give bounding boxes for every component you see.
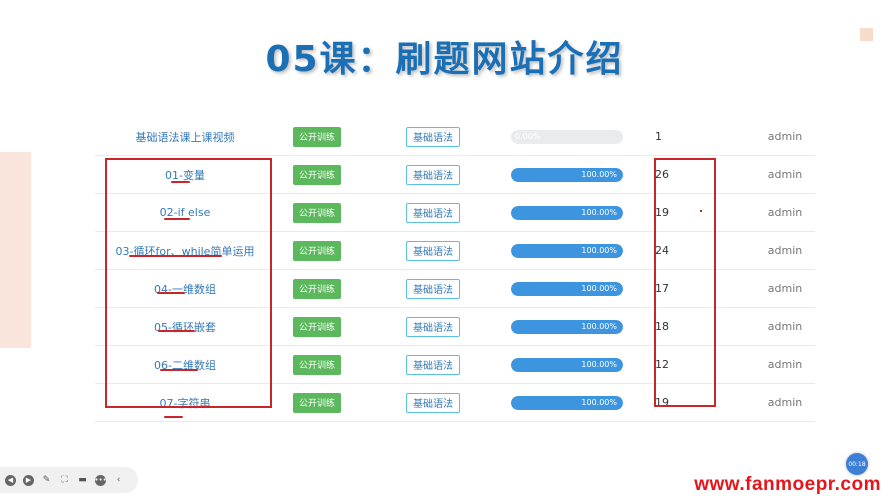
annotation-dot xyxy=(700,210,702,212)
public-training-button[interactable]: 公开训练 xyxy=(293,392,341,413)
author-name: admin xyxy=(767,206,803,219)
author-name: admin xyxy=(767,244,803,257)
public-training-button[interactable]: 公开训练 xyxy=(293,316,341,337)
progress-bar: 0.00% xyxy=(511,129,623,144)
public-training-button[interactable]: 公开训练 xyxy=(293,240,341,261)
progress-bar: 100.00% xyxy=(511,205,623,220)
public-training-button[interactable]: 公开训练 xyxy=(293,164,341,185)
annotation-underline xyxy=(129,255,222,257)
progress-text: 100.00% xyxy=(581,245,617,255)
category-tag[interactable]: 基础语法 xyxy=(406,126,460,147)
annotation-underline xyxy=(160,369,198,371)
recording-timer[interactable]: 00:18 xyxy=(846,453,868,475)
public-training-button[interactable]: 公开训练 xyxy=(293,202,341,223)
progress-text: 100.00% xyxy=(581,169,617,179)
progress-bar: 100.00% xyxy=(511,357,623,372)
progress-bar: 100.00% xyxy=(511,319,623,334)
more-icon[interactable]: ••• xyxy=(94,474,107,486)
public-training-button[interactable]: 公开训练 xyxy=(293,278,341,299)
progress-text: 100.00% xyxy=(581,321,617,331)
author-name: admin xyxy=(767,320,803,333)
progress-bar: 100.00% xyxy=(511,281,623,296)
author-name: admin xyxy=(767,168,803,181)
screenshot-icon[interactable]: ⛶ xyxy=(59,475,70,486)
annotation-underline xyxy=(164,218,190,220)
category-tag[interactable]: 基础语法 xyxy=(406,278,460,299)
author-name: admin xyxy=(767,282,803,295)
problem-count: 1 xyxy=(655,130,662,143)
category-tag[interactable]: 基础语法 xyxy=(406,240,460,261)
category-tag[interactable]: 基础语法 xyxy=(406,392,460,413)
slide-title: 05课：刷题网站介绍 xyxy=(265,39,624,80)
public-training-button[interactable]: 公开训练 xyxy=(293,354,341,375)
table-row: 基础语法课上课视频 公开训练 基础语法 0.00% 1 admin xyxy=(95,118,815,156)
annotation-underline xyxy=(171,181,190,183)
author-name: admin xyxy=(767,358,803,371)
progress-text: 100.00% xyxy=(581,207,617,217)
annotation-box-counts xyxy=(654,158,716,407)
play-icon[interactable]: ▶ xyxy=(23,474,34,486)
player-toolbar: ◀ ▶ ✎ ⛶ ▬ ••• ‹ xyxy=(0,467,138,493)
left-decoration xyxy=(0,152,31,348)
category-tag[interactable]: 基础语法 xyxy=(406,202,460,223)
progress-bar: 100.00% xyxy=(511,243,623,258)
annotation-underline xyxy=(157,292,185,294)
pen-icon[interactable]: ✎ xyxy=(41,475,52,486)
progress-bar: 100.00% xyxy=(511,167,623,182)
progress-bar: 100.00% xyxy=(511,395,623,410)
collapse-icon[interactable]: ‹ xyxy=(113,475,124,486)
annotation-underline xyxy=(158,330,195,332)
progress-text: 100.00% xyxy=(581,283,617,293)
progress-text: 100.00% xyxy=(581,359,617,369)
camera-icon[interactable]: ▬ xyxy=(77,475,88,486)
category-tag[interactable]: 基础语法 xyxy=(406,354,460,375)
public-training-button[interactable]: 公开训练 xyxy=(293,126,341,147)
category-tag[interactable]: 基础语法 xyxy=(406,164,460,185)
author-name: admin xyxy=(767,396,803,409)
category-tag[interactable]: 基础语法 xyxy=(406,316,460,337)
progress-text: 0.00% xyxy=(515,131,541,141)
watermark: www.fanmoepr.com xyxy=(694,474,881,495)
training-name-link[interactable]: 基础语法课上课视频 xyxy=(95,118,275,155)
prev-icon[interactable]: ◀ xyxy=(5,474,16,486)
annotation-underline xyxy=(164,416,183,418)
author-name: admin xyxy=(767,130,803,143)
progress-text: 100.00% xyxy=(581,397,617,407)
